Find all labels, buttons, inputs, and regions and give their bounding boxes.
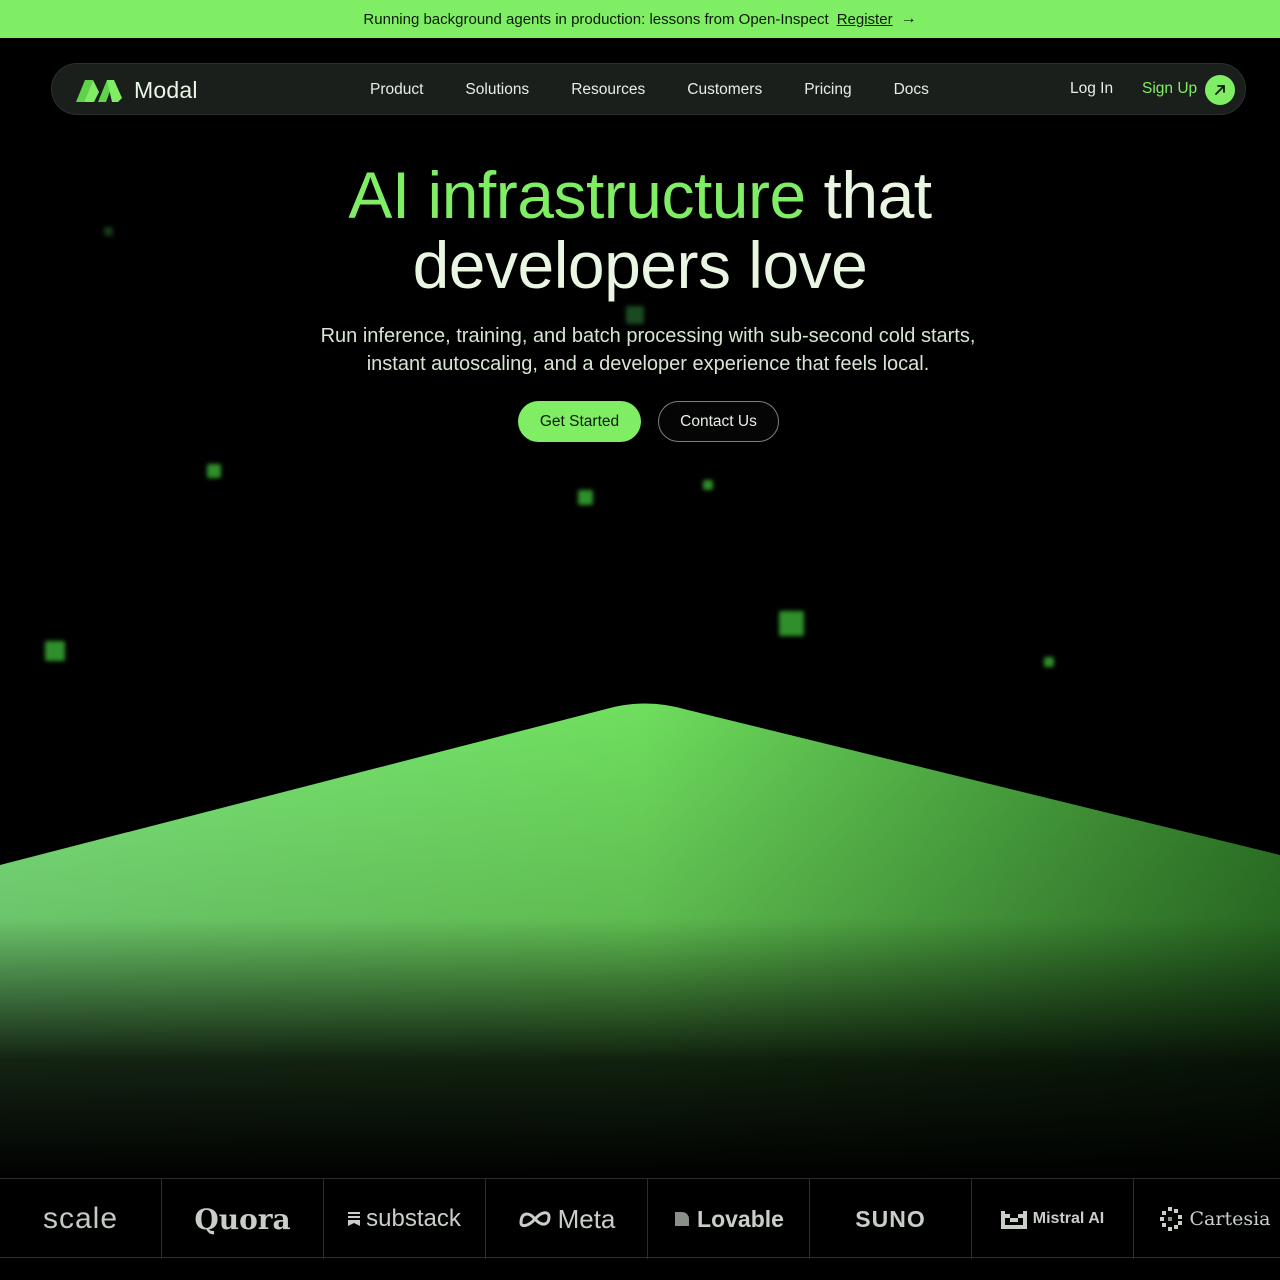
hero-title-rest: that [823,158,933,232]
announcement-text: Running background agents in production:… [363,10,829,28]
login-link[interactable]: Log In [1070,80,1113,98]
customer-logo-mistral: Mistral AI [972,1179,1134,1259]
customer-logo-substack: substack [324,1179,486,1259]
nav-link-product[interactable]: Product [370,81,423,99]
brand-name: Modal [134,77,198,103]
particle [207,464,221,478]
signup-link[interactable]: Sign Up [1142,80,1197,98]
get-started-button[interactable]: Get Started [518,401,641,442]
hero-title-line-2: developers love [412,228,868,302]
hero-illustration [0,703,1280,1180]
hero-title: AI infrastructure that developers love [0,160,1280,300]
modal-logo-icon [76,79,122,102]
brand-logo[interactable]: Modal [76,77,198,104]
nav-link-solutions[interactable]: Solutions [465,81,529,99]
nav-link-pricing[interactable]: Pricing [804,81,851,99]
particle [703,480,713,490]
customer-logo-suno: SUNO [810,1179,972,1259]
hero-title-accent: AI infrastructure [348,158,806,232]
customer-logo-scale: scale [0,1179,162,1259]
customer-logo-cartesia: Cartesia [1134,1179,1280,1259]
signup-arrow-button[interactable] [1205,75,1235,105]
nav-link-customers[interactable]: Customers [687,81,762,99]
customer-logo-quora: Quora [162,1179,324,1259]
mistral-icon [1000,1211,1027,1229]
particle [1044,657,1054,667]
arrow-up-right-icon [1215,85,1225,95]
cartesia-icon [1159,1207,1182,1231]
nav-link-docs[interactable]: Docs [894,81,929,99]
customer-logos-strip: scale Quora substack Meta Lovable SUNO M… [0,1178,1280,1259]
meta-infinity-icon [519,1211,551,1228]
register-link[interactable]: Register [837,11,893,28]
customer-logo-lovable: Lovable [648,1179,810,1259]
hero-subtitle: Run inference, training, and batch proce… [320,325,976,375]
customer-logo-meta: Meta [486,1179,648,1259]
particle [45,641,65,661]
arrow-right-icon[interactable]: → [901,10,917,28]
particle [779,611,804,636]
particle [578,490,593,505]
contact-us-button[interactable]: Contact Us [658,401,779,442]
nav-links: Product Solutions Resources Customers Pr… [370,64,971,116]
substack-icon [348,1212,361,1226]
nav-link-resources[interactable]: Resources [571,81,645,99]
main-navbar: Modal Product Solutions Resources Custom… [51,63,1246,115]
lovable-heart-icon [675,1212,690,1226]
announcement-bar: Running background agents in production:… [0,0,1280,38]
